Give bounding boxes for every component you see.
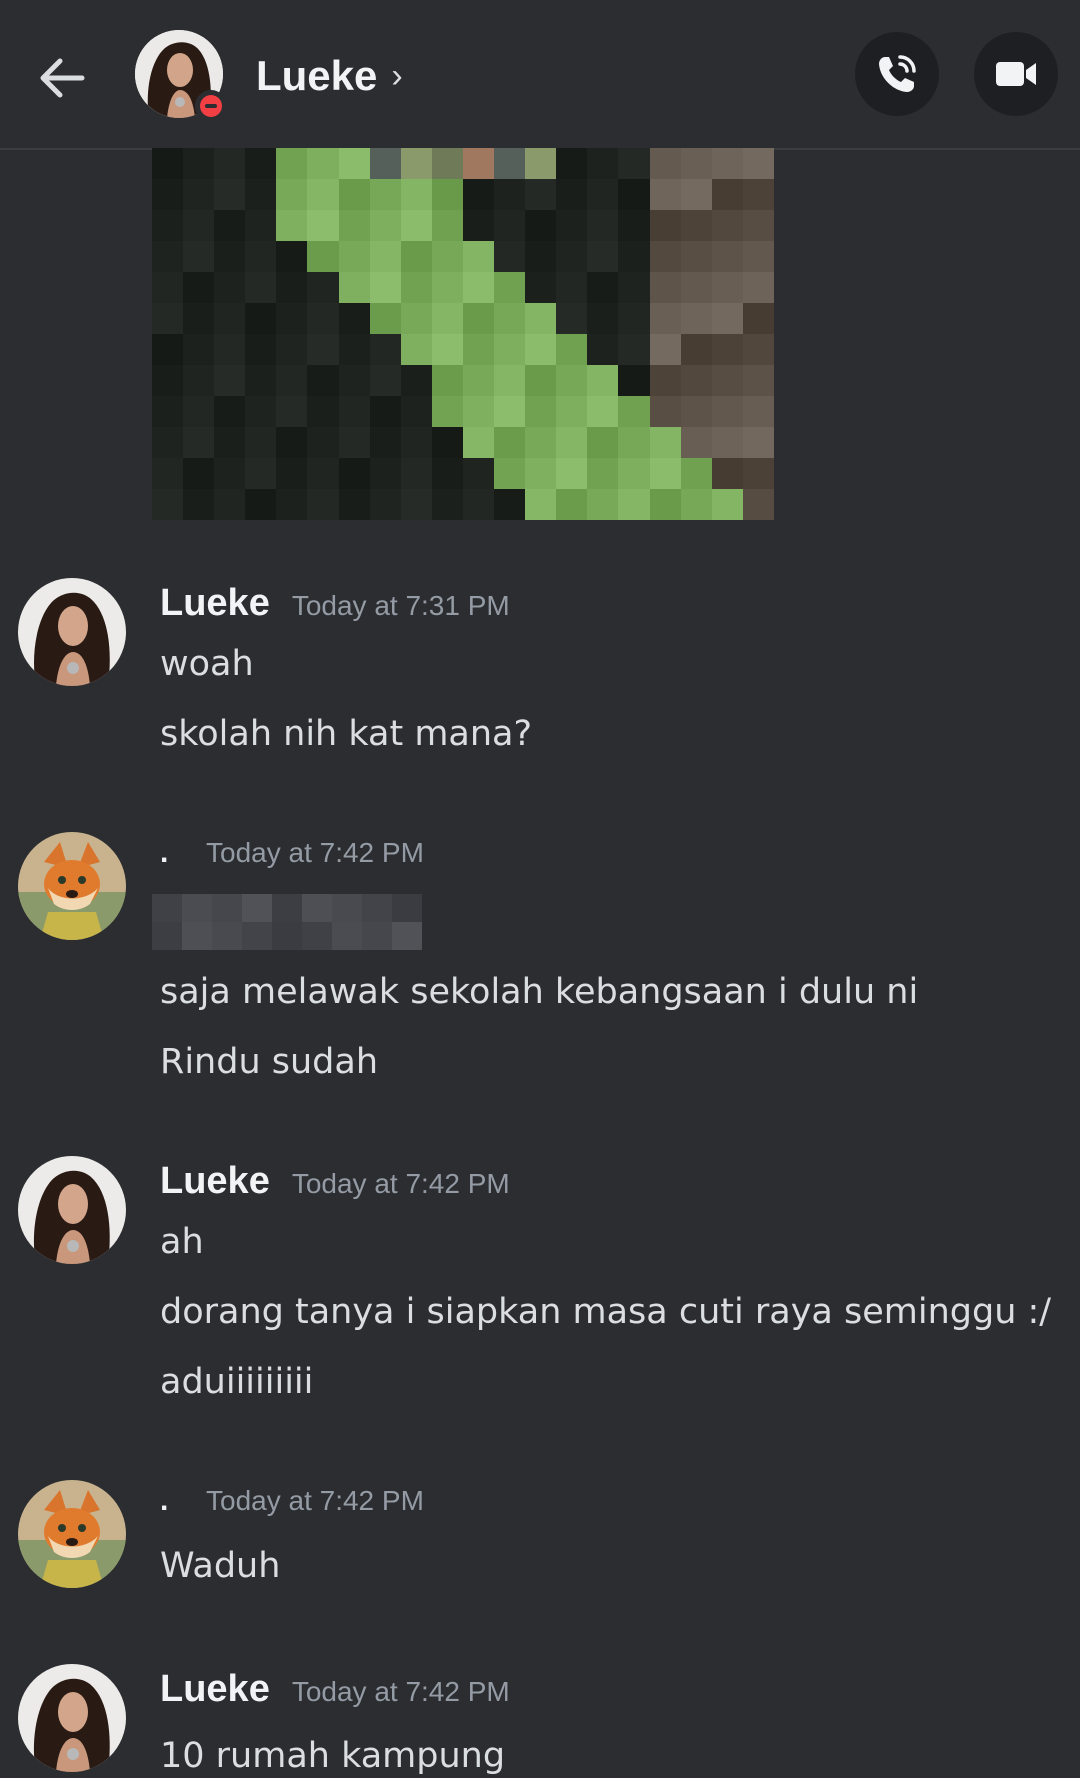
channel-title[interactable]: Lueke ›: [256, 46, 403, 106]
pixelated-image: [152, 148, 774, 520]
chat-header: Lueke ›: [0, 0, 1080, 150]
author-name[interactable]: Lueke: [160, 1668, 270, 1711]
timestamp: Today at 7:42 PM: [291, 1168, 510, 1199]
message-text: Waduh: [160, 1546, 281, 1586]
message-text: skolah nih kat mana?: [160, 714, 533, 754]
avatar[interactable]: [18, 1480, 126, 1588]
redacted-text: [152, 894, 422, 950]
video-camera-icon: [996, 62, 1036, 86]
avatar[interactable]: [18, 1664, 126, 1772]
message-text: aduiiiiiiiii: [160, 1362, 314, 1402]
avatar[interactable]: [18, 1156, 126, 1264]
image-attachment[interactable]: [152, 148, 774, 520]
timestamp: Today at 7:31 PM: [291, 590, 510, 621]
message-text: dorang tanya i siapkan masa cuti raya se…: [160, 1292, 1052, 1332]
arrow-left-icon: [40, 58, 85, 98]
author-name[interactable]: .: [160, 836, 184, 870]
timestamp: Today at 7:42 PM: [206, 837, 424, 868]
status-dnd-icon: [195, 90, 227, 122]
message-header: Lueke Today at 7:31 PM: [160, 582, 510, 632]
chevron-right-icon: ›: [391, 56, 403, 95]
message-text: ah: [160, 1222, 204, 1262]
avatar[interactable]: [18, 832, 126, 940]
timestamp: Today at 7:42 PM: [291, 1676, 510, 1707]
message-header: . Today at 7:42 PM: [160, 836, 424, 886]
timestamp: Today at 7:42 PM: [206, 1485, 424, 1516]
message-text: 10 rumah kampung: [160, 1736, 506, 1776]
message-header: . Today at 7:42 PM: [160, 1484, 424, 1534]
author-name[interactable]: Lueke: [160, 1160, 270, 1203]
phone-call-icon: [879, 55, 916, 92]
message-text: saja melawak sekolah kebangsaan i dulu n…: [160, 972, 919, 1012]
message-header: Lueke Today at 7:42 PM: [160, 1668, 510, 1718]
message-text: Rindu sudah: [160, 1042, 379, 1082]
title-text: Lueke: [256, 52, 378, 99]
header-avatar[interactable]: [135, 30, 227, 122]
author-name[interactable]: Lueke: [160, 582, 270, 625]
voice-call-button[interactable]: [855, 32, 939, 116]
avatar[interactable]: [18, 578, 126, 686]
message-header: Lueke Today at 7:42 PM: [160, 1160, 510, 1210]
author-name[interactable]: .: [160, 1484, 184, 1518]
video-call-button[interactable]: [974, 32, 1058, 116]
back-button[interactable]: [30, 46, 94, 110]
message-text: woah: [160, 644, 254, 684]
